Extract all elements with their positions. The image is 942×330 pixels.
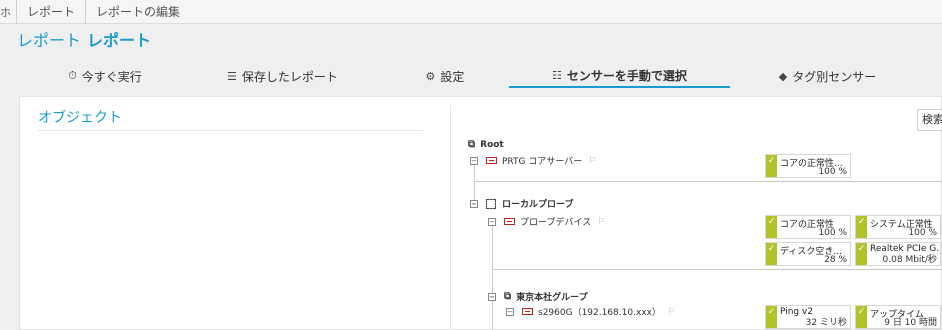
collapse-icon[interactable]: − — [470, 199, 478, 208]
objects-heading: オブジェクト — [38, 107, 423, 131]
group-icon: ⧉ — [468, 139, 476, 150]
collapse-icon[interactable]: − — [470, 156, 478, 165]
flag-icon[interactable]: ⚐ — [597, 217, 605, 227]
tree-node-probe-device[interactable]: − プローブデバイス ⚐ — [488, 215, 605, 228]
sensor-value: 100 % — [908, 228, 937, 238]
group-icon: ⧉ — [504, 291, 512, 302]
tab-sensors-by-tag-label: タグ別センサー — [792, 69, 877, 84]
stopwatch-icon: ⏱ — [68, 69, 77, 82]
sensor-tile[interactable]: ✓ Ping v2 32 ミリ秒 — [765, 305, 851, 329]
tree-line — [492, 223, 493, 330]
flag-icon[interactable]: ⚐ — [667, 307, 675, 317]
device-icon — [504, 218, 515, 225]
sensor-tile[interactable]: ✓ システム正常性 100 % — [855, 215, 941, 239]
tab-saved-reports[interactable]: ☰ 保存したレポート — [205, 64, 360, 88]
tree-node-tokyo-group-label: 東京本社グループ — [516, 293, 588, 303]
home-link[interactable]: ホ — [0, 4, 16, 20]
tab-bar: ⏱ 今すぐ実行 ☰ 保存したレポート ⚙ 設定 ☷ センサーを手動で選択 ◆ タ… — [0, 64, 942, 88]
sensor-value: 32 ミリ秒 — [805, 318, 847, 328]
sensor-tile[interactable]: ✓ コアの正常性... 100 % — [765, 154, 851, 178]
tab-run-now[interactable]: ⏱ 今すぐ実行 — [40, 64, 170, 88]
check-icon: ✓ — [766, 216, 777, 238]
tree-row-separator — [492, 269, 942, 270]
tab-sensors-by-tag[interactable]: ◆ タグ別センサー — [760, 64, 895, 88]
tree-node-prtg-server-label: PRTG コアサーバー — [502, 157, 583, 167]
device-icon — [486, 157, 497, 164]
check-icon: ✓ — [766, 306, 777, 328]
breadcrumb-reports[interactable]: レポート — [16, 0, 85, 24]
panel-divider — [450, 105, 451, 330]
sensor-value: 0.08 Mbit/秒 — [882, 255, 937, 265]
tree-node-switch-label: s2960G（192.168.10.xxx） — [538, 308, 661, 318]
sensor-value: 28 % — [824, 255, 847, 265]
check-icon: ✓ — [856, 306, 867, 328]
tree-node-local-probe-label: ローカルプローブ — [502, 200, 574, 210]
tab-settings[interactable]: ⚙ 設定 — [395, 64, 495, 88]
tree-node-switch[interactable]: − s2960G（192.168.10.xxx） ⚐ — [506, 305, 675, 318]
tag-icon: ◆ — [778, 69, 788, 83]
sensor-tile[interactable]: ✓ Realtek PCIe G... 0.08 Mbit/秒 — [855, 242, 941, 266]
sensor-value: 9 日 10 時間 — [884, 318, 937, 328]
gear-icon: ⚙ — [425, 69, 436, 83]
probe-icon — [486, 198, 496, 209]
sensor-tile[interactable]: ✓ アップタイム 9 日 10 時間 — [855, 305, 941, 329]
tree-node-local-probe[interactable]: − ローカルプローブ — [470, 197, 573, 210]
sensor-value: 100 % — [818, 167, 847, 177]
tree-row-separator — [474, 181, 942, 182]
sensor-value: 100 % — [818, 228, 847, 238]
main-panel: オブジェクト 検索 ⧉ Root − PRTG コアサーバー ⚐ − ローカルプ… — [19, 96, 942, 330]
sensor-tile[interactable]: ✓ コアの正常性 100 % — [765, 215, 851, 239]
device-icon — [522, 308, 533, 315]
tab-manual-sensor-select-label: センサーを手動で選択 — [566, 68, 687, 83]
tab-manual-sensor-select[interactable]: ☷ センサーを手動で選択 — [509, 64, 730, 88]
flag-icon[interactable]: ⚐ — [588, 156, 596, 166]
tree-node-probe-device-label: プローブデバイス — [520, 218, 592, 228]
check-icon: ✓ — [766, 243, 777, 265]
tab-settings-label: 設定 — [440, 69, 465, 84]
collapse-icon[interactable]: − — [488, 217, 496, 226]
check-icon: ✓ — [766, 155, 777, 177]
check-icon: ✓ — [856, 243, 867, 265]
collapse-icon[interactable]: − — [506, 307, 514, 316]
tab-run-now-label: 今すぐ実行 — [81, 69, 142, 84]
breadcrumb-edit-report: レポートの編集 — [85, 0, 190, 24]
check-icon: ✓ — [856, 216, 867, 238]
page-title-name: レポート — [87, 31, 152, 50]
tree-node-tokyo-group[interactable]: − ⧉ 東京本社グループ — [488, 290, 588, 303]
tree-node-prtg-server[interactable]: − PRTG コアサーバー ⚐ — [470, 154, 596, 167]
tree-node-root[interactable]: ⧉ Root — [468, 139, 504, 150]
breadcrumb: ホ レポート レポートの編集 — [0, 0, 942, 24]
sensor-tile[interactable]: ✓ ディスク空き... 28 % — [765, 242, 851, 266]
page-title-prefix: レポート — [17, 31, 82, 50]
database-icon: ☰ — [227, 69, 237, 83]
collapse-icon[interactable]: − — [488, 292, 496, 301]
search-button[interactable]: 検索 — [917, 109, 942, 131]
tree-node-root-label: Root — [480, 139, 504, 150]
tab-saved-reports-label: 保存したレポート — [241, 69, 338, 84]
sliders-icon: ☷ — [552, 68, 562, 82]
page-title: レポート レポート — [17, 27, 151, 51]
